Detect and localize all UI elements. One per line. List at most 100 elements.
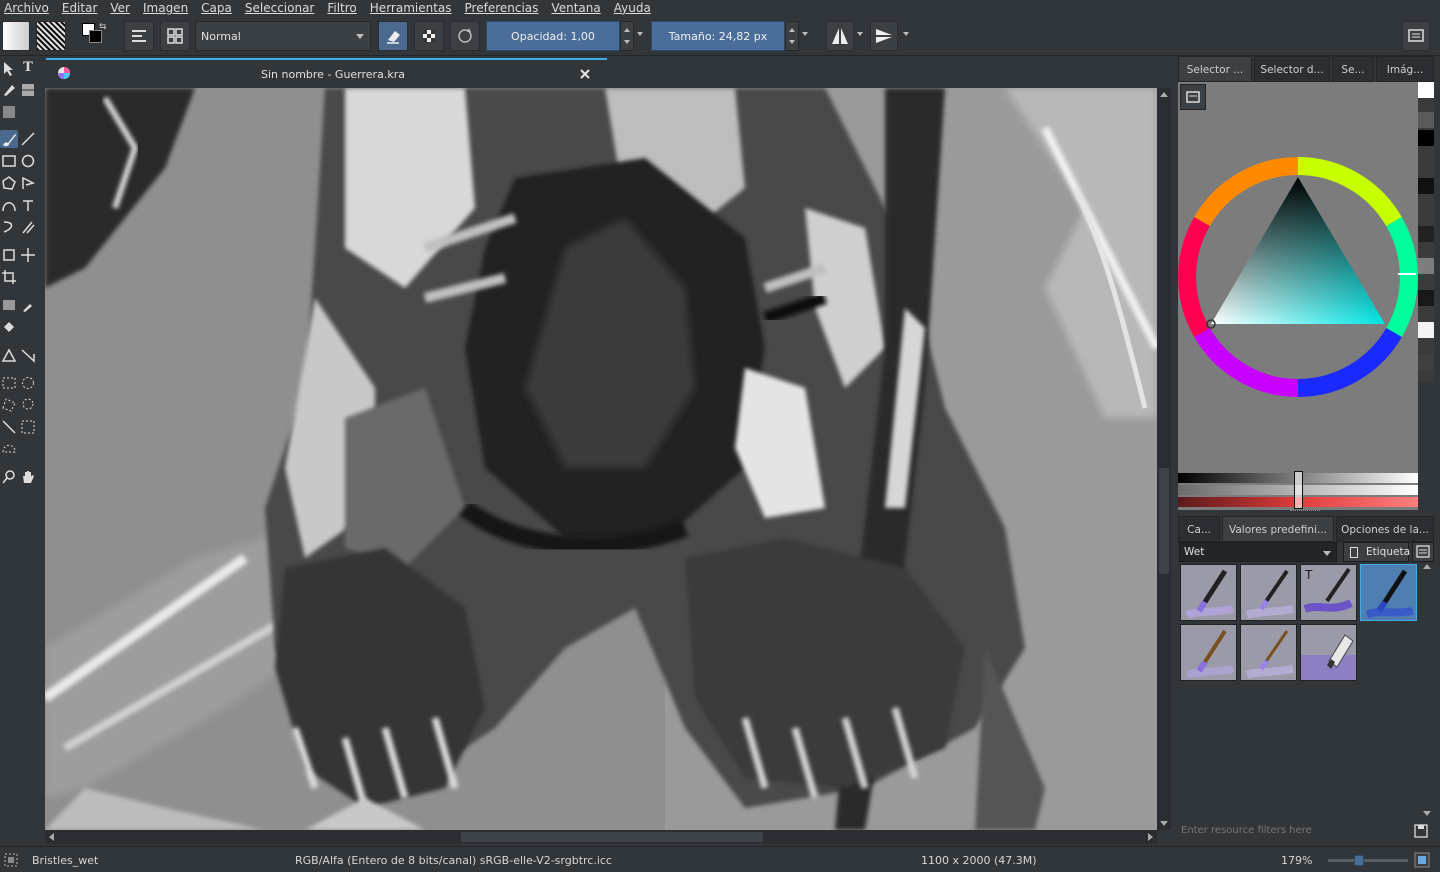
color-wheel[interactable] — [1178, 152, 1418, 402]
freehand-path-tool[interactable] — [19, 196, 37, 214]
blend-mode-select[interactable]: Normal — [195, 21, 371, 51]
color-picker-tool[interactable] — [19, 296, 37, 314]
fg-bg-color-button[interactable]: ⇆ — [80, 21, 110, 51]
brush-preset-thumbnail[interactable] — [1240, 564, 1297, 621]
menu-seleccionar[interactable]: Seleccionar — [245, 1, 314, 15]
vertical-scroll-thumb[interactable] — [1159, 468, 1169, 574]
horizontal-scrollbar[interactable] — [45, 830, 1157, 844]
brush-settings-button[interactable] — [124, 21, 154, 51]
multibrush-tool[interactable] — [19, 218, 37, 236]
scroll-up-icon[interactable] — [1423, 564, 1431, 569]
polyline-tool[interactable] — [19, 174, 37, 192]
canvas-only-toggle-icon[interactable] — [1414, 852, 1430, 868]
menu-editar[interactable]: Editar — [62, 1, 98, 15]
size-menu-chevron-icon[interactable] — [802, 32, 808, 36]
polygon-tool[interactable] — [0, 174, 18, 192]
brush-preset-thumbnail[interactable] — [1300, 624, 1357, 681]
pattern-selector-button[interactable] — [36, 21, 66, 51]
menu-ventana[interactable]: Ventana — [551, 1, 600, 15]
mirror-v-chevron-icon[interactable] — [903, 32, 909, 36]
dynamic-brush-tool[interactable] — [0, 218, 18, 236]
rectangle-tool[interactable] — [0, 152, 18, 170]
menu-capa[interactable]: Capa — [201, 1, 232, 15]
gradient-fill-tool[interactable] — [0, 103, 18, 121]
color-swatch[interactable] — [1418, 322, 1434, 338]
similar-select-tool[interactable] — [19, 418, 37, 436]
mirror-h-chevron-icon[interactable] — [857, 32, 863, 36]
horizontal-scroll-thumb[interactable] — [461, 832, 763, 842]
close-icon[interactable] — [578, 67, 592, 81]
polygon-select-tool[interactable] — [0, 396, 18, 414]
tab-image-docker[interactable]: Imág... — [1376, 56, 1434, 82]
calligraphy-tool[interactable] — [19, 81, 37, 99]
tab-brush-settings[interactable]: Ca... — [1178, 516, 1220, 542]
brush-preset-thumbnail[interactable] — [1240, 624, 1297, 681]
save-filter-button[interactable] — [1410, 820, 1432, 842]
pan-tool[interactable] — [19, 468, 37, 486]
color-swatch[interactable] — [1418, 226, 1434, 242]
mirror-vertical-button[interactable] — [870, 21, 898, 51]
scroll-down-icon[interactable] — [1423, 811, 1431, 816]
contiguous-select-tool[interactable] — [0, 418, 18, 436]
bezier-tool[interactable] — [0, 196, 18, 214]
color-swatch[interactable] — [1418, 290, 1434, 306]
splitter-handle[interactable] — [1290, 510, 1320, 514]
vertical-scrollbar[interactable] — [1157, 88, 1171, 830]
selection-mode-icon[interactable] — [4, 853, 18, 867]
color-swatch[interactable] — [1418, 112, 1434, 128]
menu-ayuda[interactable]: Ayuda — [614, 1, 651, 15]
move-tool[interactable] — [19, 246, 37, 264]
scroll-down-icon[interactable] — [1160, 821, 1168, 826]
gradient-tool[interactable] — [0, 296, 18, 314]
tab-brush-presets[interactable]: Valores predefini... — [1222, 516, 1334, 542]
preserve-alpha-button[interactable] — [414, 21, 444, 51]
rect-select-tool[interactable] — [0, 374, 18, 392]
crop-tool[interactable] — [0, 268, 18, 286]
tab-specific-color-selector[interactable]: Selector d... — [1254, 56, 1330, 82]
tab-tool-options[interactable]: Opciones de la... — [1336, 516, 1434, 542]
zoom-tool[interactable] — [0, 468, 18, 486]
resource-filter-input[interactable]: Enter resource filters here — [1178, 820, 1406, 842]
menu-filtro[interactable]: Filtro — [327, 1, 356, 15]
edit-shapes-tool[interactable] — [0, 81, 18, 99]
color-swatch[interactable] — [1418, 178, 1434, 194]
color-swatch[interactable] — [1418, 82, 1434, 98]
scroll-right-icon[interactable] — [1148, 833, 1153, 841]
presets-scrollbar[interactable] — [1421, 562, 1433, 818]
color-selector-settings-button[interactable] — [1180, 84, 1206, 110]
canvas[interactable] — [45, 88, 1157, 830]
gradient-selector-button[interactable] — [2, 21, 30, 51]
preset-view-options-button[interactable] — [1412, 542, 1434, 562]
document-tab[interactable]: Sin nombre - Guerrera.kra — [46, 58, 607, 88]
brush-preset-thumbnail[interactable] — [1180, 624, 1237, 681]
brush-preset-thumbnail[interactable]: T — [1300, 564, 1357, 621]
color-swatch[interactable] — [1418, 130, 1434, 146]
workspace-chooser-button[interactable] — [1402, 21, 1430, 51]
measure-tool[interactable] — [19, 346, 37, 364]
tag-button[interactable]: Etiqueta — [1343, 542, 1410, 562]
scroll-left-icon[interactable] — [49, 833, 54, 841]
brush-presets-button[interactable] — [160, 21, 190, 51]
zoom-slider[interactable] — [1328, 855, 1408, 866]
select-shapes-tool[interactable] — [0, 60, 18, 78]
color-swatch[interactable] — [1418, 258, 1434, 274]
fill-tool[interactable] — [0, 318, 18, 336]
menu-imagen[interactable]: Imagen — [143, 1, 188, 15]
bezier-select-tool[interactable] — [0, 440, 18, 458]
transform-tool[interactable] — [0, 246, 18, 264]
zoom-slider-handle[interactable] — [1354, 855, 1364, 866]
advanced-color-selector[interactable] — [1178, 82, 1418, 510]
menu-herramientas[interactable]: Herramientas — [370, 1, 452, 15]
tab-advanced-color-selector[interactable]: Selector ... — [1178, 56, 1252, 82]
opacity-spinner[interactable] — [620, 21, 634, 51]
freehand-select-tool[interactable] — [19, 396, 37, 414]
brush-preset-thumbnail-selected[interactable] — [1360, 564, 1417, 621]
opacity-slider[interactable]: Opacidad: 1,00 — [486, 21, 620, 51]
text-tool[interactable]: T — [19, 59, 37, 77]
preset-tag-select[interactable]: Wet — [1179, 542, 1337, 562]
swap-colors-icon[interactable]: ⇆ — [99, 22, 107, 32]
ellipse-tool[interactable] — [19, 152, 37, 170]
menu-preferencias[interactable]: Preferencias — [465, 1, 539, 15]
opacity-menu-chevron-icon[interactable] — [637, 32, 643, 36]
mirror-horizontal-button[interactable] — [826, 21, 854, 51]
